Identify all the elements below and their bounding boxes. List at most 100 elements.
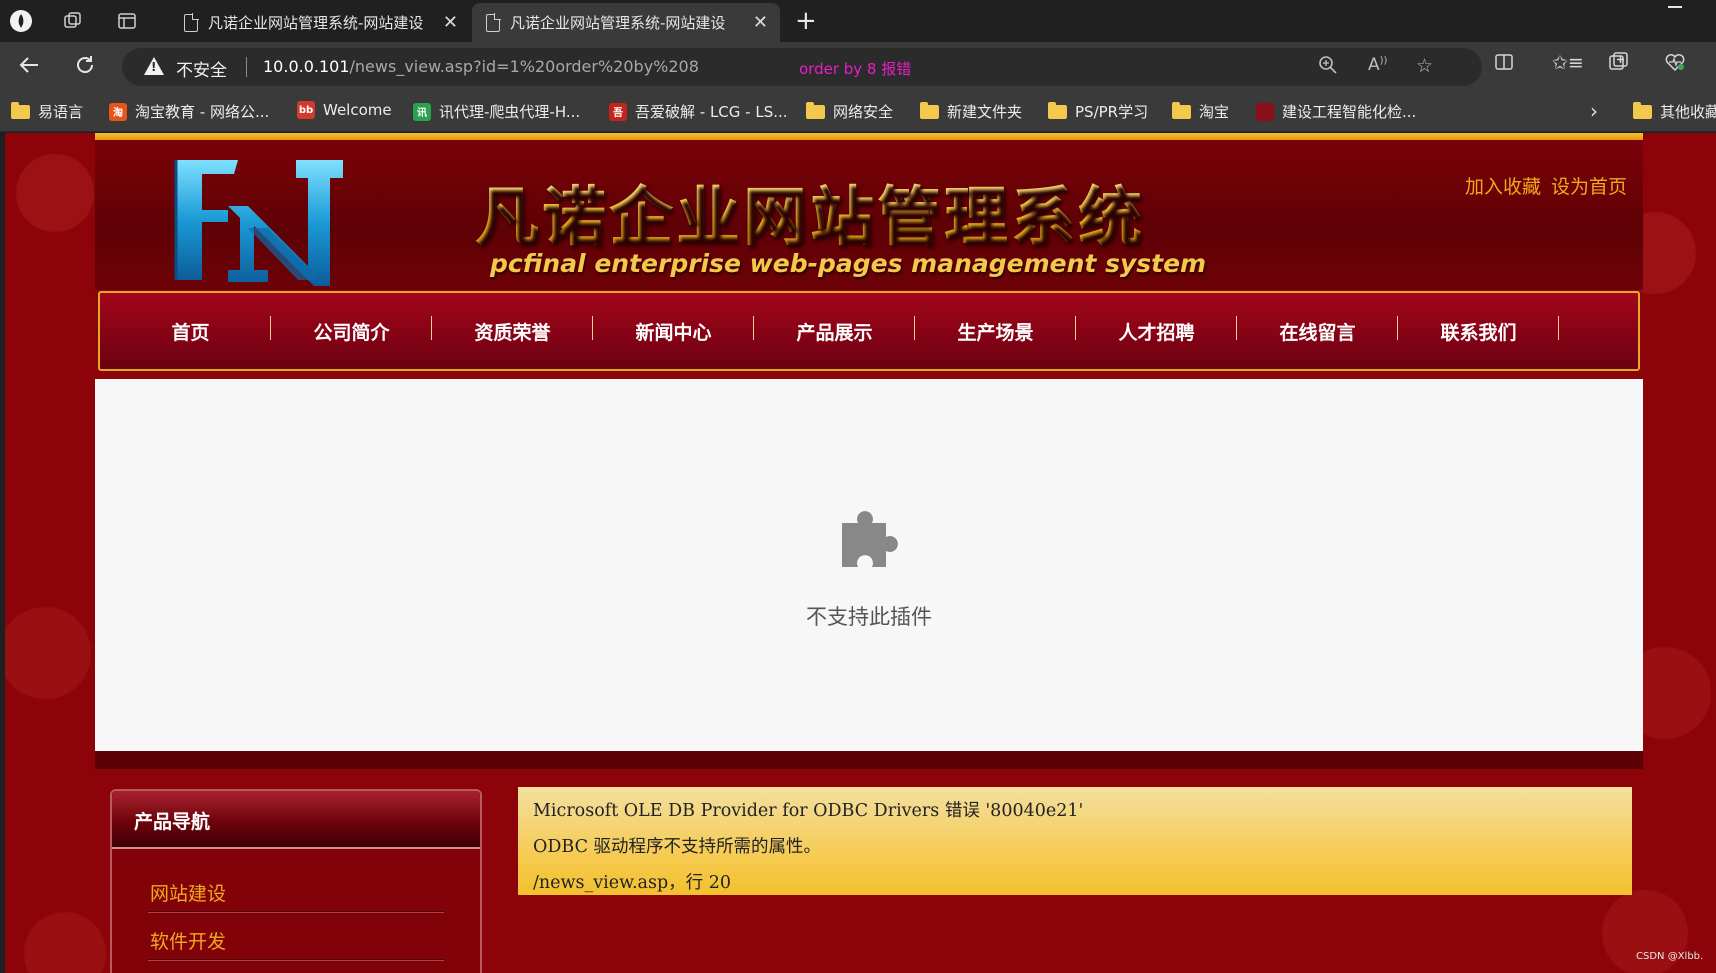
product-nav-panel: 产品导航 网站建设 软件开发 — [110, 789, 482, 973]
product-link-website[interactable]: 网站建设 — [150, 879, 226, 906]
nav-about[interactable]: 公司简介 — [271, 315, 432, 345]
bookmark-label: 吾爱破解 - LCG - LS... — [635, 103, 788, 121]
nav-news[interactable]: 新闻中心 — [593, 315, 754, 345]
top-links: 加入收藏 设为首页 — [1465, 172, 1627, 199]
52pojie-icon: 吾 — [609, 102, 627, 121]
folder-icon — [1172, 101, 1191, 119]
plugin-message: 不支持此插件 — [806, 605, 932, 629]
site-title: 凡诺企业网站管理系统 — [475, 166, 1145, 258]
warning-icon[interactable] — [144, 57, 164, 75]
bilibili-icon: bb — [297, 101, 315, 119]
profile-avatar-icon[interactable] — [8, 8, 34, 34]
bookmark-label: 淘宝教育 - 网络公... — [135, 103, 270, 121]
workspaces-icon[interactable] — [60, 8, 86, 34]
nav-guestbook[interactable]: 在线留言 — [1237, 315, 1398, 345]
zoom-icon[interactable] — [1318, 55, 1338, 80]
divider — [246, 57, 247, 77]
site-container: 凡诺企业网站管理系统 pcfinal enterprise web-pages … — [95, 133, 1643, 973]
folder-icon — [1633, 101, 1652, 119]
content-divider — [95, 751, 1643, 769]
divider — [148, 911, 444, 913]
nav-production[interactable]: 生产场景 — [915, 315, 1076, 345]
collections-icon[interactable] — [1608, 52, 1630, 77]
bookmark-52pojie[interactable]: 吾吾爱破解 - LCG - LS... — [609, 101, 788, 122]
site-header: 凡诺企业网站管理系统 pcfinal enterprise web-pages … — [95, 140, 1643, 290]
taobao-edu-icon: 淘 — [109, 102, 127, 121]
split-screen-icon[interactable] — [1494, 52, 1514, 77]
minimize-window-icon[interactable] — [1668, 6, 1682, 8]
bookmark-label: 其他收藏 — [1660, 103, 1716, 121]
site-subtitle: pcfinal enterprise web-pages management … — [490, 249, 1207, 278]
bookmark-taobao[interactable]: 淘宝 — [1172, 101, 1229, 122]
new-tab-icon[interactable]: + — [795, 8, 817, 34]
bookmark-other[interactable]: 其他收藏 — [1633, 101, 1716, 122]
set-homepage-link[interactable]: 设为首页 — [1551, 172, 1627, 199]
error-line-3: /news_view.asp，行 20 — [533, 873, 731, 893]
folder-icon — [920, 101, 939, 119]
address-bar[interactable]: 不安全 10.0.0.101/news_view.asp?id=1%20orde… — [122, 48, 1482, 86]
top-border — [95, 133, 1643, 140]
xundaili-icon: 讯 — [413, 102, 431, 121]
browser-tab-2[interactable]: 凡诺企业网站管理系统-网站建设 ✕ — [472, 3, 780, 42]
browser-toolbar: 不安全 10.0.0.101/news_view.asp?id=1%20orde… — [0, 42, 1716, 92]
plugin-placeholder: 不支持此插件 — [95, 379, 1643, 751]
vertical-tabs-icon[interactable] — [114, 8, 140, 34]
bookmark-label: 淘宝 — [1199, 103, 1230, 121]
bookmark-taobao-edu[interactable]: 淘淘宝教育 - 网络公... — [109, 101, 269, 122]
bookmark-new-folder[interactable]: 新建文件夹 — [920, 101, 1022, 122]
url-host: 10.0.0.101 — [263, 57, 350, 76]
site-icon — [1256, 102, 1274, 121]
favorite-star-icon[interactable]: ☆ — [1416, 55, 1433, 77]
browser-tab-1[interactable]: 凡诺企业网站管理系统-网站建设 ✕ — [170, 3, 470, 42]
tab-title: 凡诺企业网站管理系统-网站建设 — [510, 14, 726, 32]
nav-contact[interactable]: 联系我们 — [1398, 315, 1559, 345]
close-tab-icon[interactable]: ✕ — [443, 12, 458, 33]
puzzle-icon — [842, 511, 898, 567]
bookmark-label: PS/PR学习 — [1075, 103, 1149, 121]
annotation-text: order by 8 报错 — [799, 60, 912, 78]
nav-products[interactable]: 产品展示 — [754, 315, 915, 345]
error-line-2: ODBC 驱动程序不支持所需的属性。 — [533, 837, 822, 857]
bookmark-ps-pr[interactable]: PS/PR学习 — [1048, 101, 1148, 122]
bookmarks-bar: 易语言 淘淘宝教育 - 网络公... bb Welcome 讯讯代理-爬虫代理-H… — [0, 92, 1716, 132]
favorites-icon[interactable]: ✩≡ — [1552, 52, 1584, 74]
add-favorite-link[interactable]: 加入收藏 — [1465, 172, 1541, 199]
url-text[interactable]: 10.0.0.101/news_view.asp?id=1%20order%20… — [263, 57, 699, 76]
error-message-box: Microsoft OLE DB Provider for ODBC Drive… — [518, 787, 1632, 895]
bookmark-label: 易语言 — [38, 103, 84, 121]
site-logo — [174, 160, 343, 286]
bookmark-label: 新建文件夹 — [947, 103, 1023, 121]
bookmark-label: 网络安全 — [833, 103, 894, 121]
chevron-right-icon[interactable]: › — [1590, 99, 1598, 123]
bookmark-network-security[interactable]: 网络安全 — [806, 101, 893, 122]
product-link-software[interactable]: 软件开发 — [150, 927, 226, 954]
divider — [148, 959, 444, 961]
close-tab-icon[interactable]: ✕ — [753, 12, 768, 33]
product-nav-header: 产品导航 — [112, 791, 480, 849]
read-aloud-icon[interactable]: A)) — [1368, 55, 1387, 75]
security-label[interactable]: 不安全 — [176, 56, 227, 81]
bookmark-label: 建设工程智能化检... — [1282, 103, 1417, 121]
product-nav-title: 产品导航 — [134, 811, 211, 833]
error-line-1: Microsoft OLE DB Provider for ODBC Drive… — [533, 801, 1084, 821]
nav-home[interactable]: 首页 — [110, 315, 271, 345]
folder-icon — [11, 101, 30, 119]
bookmark-xundaili[interactable]: 讯讯代理-爬虫代理-H... — [413, 101, 580, 122]
browser-tab-bar: 凡诺企业网站管理系统-网站建设 ✕ 凡诺企业网站管理系统-网站建设 ✕ + — [0, 0, 1716, 42]
refresh-icon[interactable] — [74, 54, 96, 82]
page-icon — [486, 12, 501, 32]
bookmark-label: 讯代理-爬虫代理-H... — [439, 103, 581, 121]
back-icon[interactable] — [18, 54, 40, 82]
main-nav: 首页 公司简介 资质荣誉 新闻中心 产品展示 生产场景 人才招聘 在线留言 联系… — [98, 291, 1640, 371]
bookmark-welcome[interactable]: bb Welcome — [297, 101, 392, 119]
url-path: /news_view.asp?id=1%20order%20by%208 — [349, 57, 699, 76]
bookmark-construction[interactable]: 建设工程智能化检... — [1256, 101, 1416, 122]
nav-jobs[interactable]: 人才招聘 — [1076, 315, 1237, 345]
folder-icon — [806, 101, 825, 119]
bookmark-yiyuyan[interactable]: 易语言 — [11, 101, 83, 122]
page-icon — [184, 12, 199, 32]
nav-honors[interactable]: 资质荣誉 — [432, 315, 593, 345]
browser-essentials-icon[interactable] — [1664, 52, 1686, 77]
tab-title: 凡诺企业网站管理系统-网站建设 — [208, 14, 424, 32]
watermark: CSDN @Xlbb. — [1636, 951, 1704, 962]
